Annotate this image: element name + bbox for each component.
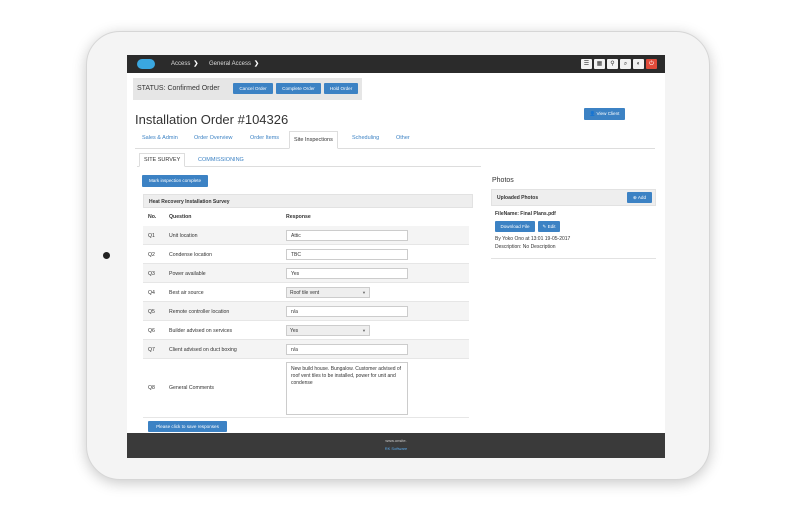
crumb-access[interactable]: Access ❯	[171, 60, 198, 67]
tab-site-inspections[interactable]: Site Inspections	[289, 131, 338, 149]
menu-icon[interactable]: ☰	[581, 59, 592, 69]
photos-title: Photos	[492, 177, 514, 184]
row-question: Power available	[169, 271, 206, 277]
search-icon[interactable]: ⌕	[620, 59, 631, 69]
save-responses-button[interactable]: Please click to save responses	[148, 421, 227, 432]
remote-controller-location-input[interactable]: n/a	[286, 306, 408, 317]
chevron-right-icon: ❯	[193, 61, 199, 67]
file-name: FileName: Final Plans.pdf	[495, 211, 556, 217]
table-row: Q8 General Comments New build house. Bun…	[143, 359, 469, 418]
footer-site-link[interactable]: www.onsite.	[127, 438, 665, 443]
row-question: Builder advised on services	[169, 328, 233, 334]
table-row: Q2 Condense location TBC	[143, 245, 469, 264]
row-number: Q8	[148, 385, 155, 391]
duct-boxing-input[interactable]: n/a	[286, 344, 408, 355]
contrast-icon[interactable]: ◐	[633, 59, 644, 69]
row-number: Q7	[148, 347, 155, 353]
row-question: Remote controller location	[169, 309, 230, 315]
inspection-subtabs: SITE SURVEY COMMISSIONING	[137, 153, 481, 167]
general-comments-textarea[interactable]: New build house. Bungalow. Customer advi…	[286, 362, 408, 415]
camera-dot	[103, 252, 110, 259]
add-photo-button[interactable]: ⊕ Add	[627, 192, 652, 203]
tab-order-items[interactable]: Order Items	[250, 135, 279, 141]
caret-down-icon: ▼	[362, 328, 366, 333]
uploaded-by: By Yoko Ono at 13:01 19-05-2017	[495, 236, 571, 242]
edit-file-button[interactable]: ✎ Edit	[538, 221, 560, 232]
tab-order-overview[interactable]: Order Overview	[194, 135, 233, 141]
hold-order-button[interactable]: Hold Order	[324, 83, 358, 94]
row-question: General Comments	[169, 385, 214, 391]
pin-icon[interactable]: ⚲	[607, 59, 618, 69]
view-client-button[interactable]: 👤 View Client	[584, 108, 625, 120]
unit-location-input[interactable]: Attic	[286, 230, 408, 241]
chevron-right-icon: ❯	[254, 61, 260, 67]
row-question: Best air source	[169, 290, 204, 296]
table-row: Q5 Remote controller location n/a	[143, 302, 469, 321]
tab-other[interactable]: Other	[396, 135, 410, 141]
order-tabs: Sales & Admin Order Overview Order Items…	[135, 131, 655, 149]
row-number: Q3	[148, 271, 155, 277]
footer: www.onsite. RK Software	[127, 433, 665, 458]
user-icon: 👤	[589, 111, 597, 116]
grid-icon[interactable]: ▦	[594, 59, 605, 69]
caret-down-icon: ▼	[362, 290, 366, 295]
app-screen: Access ❯ General Access ❯ ☰ ▦ ⚲ ⌕ ◐ ⏻ STAT…	[127, 55, 665, 458]
complete-order-button[interactable]: Complete Order	[276, 83, 321, 94]
status-label: STATUS: Confirmed Order	[137, 85, 220, 92]
row-question: Unit location	[169, 233, 198, 239]
condense-location-input[interactable]: TBC	[286, 249, 408, 260]
table-row: Q7 Client advised on duct boxing n/a	[143, 340, 469, 359]
table-row: Q6 Builder advised on services Yes ▼	[143, 321, 469, 340]
uploaded-photos-title: Uploaded Photos	[497, 195, 539, 201]
photos-panel: Uploaded Photos ⊕ Add FileName: Final Pl…	[491, 189, 656, 259]
row-number: Q6	[148, 328, 155, 334]
row-number: Q1	[148, 233, 155, 239]
survey-title: Heat Recovery Installation Survey	[149, 199, 230, 205]
tab-sales-admin[interactable]: Sales & Admin	[142, 135, 178, 141]
row-number: Q2	[148, 252, 155, 258]
cloud-logo-icon[interactable]	[137, 59, 155, 69]
best-air-source-select[interactable]: Roof tile vent ▼	[286, 287, 370, 298]
tab-scheduling[interactable]: Scheduling	[352, 135, 379, 141]
download-file-button[interactable]: Download File	[495, 221, 535, 232]
footer-company-link[interactable]: RK Software	[127, 446, 665, 451]
table-row: Q3 Power available Yes	[143, 264, 469, 283]
builder-advised-select[interactable]: Yes ▼	[286, 325, 370, 336]
row-question: Condense location	[169, 252, 212, 258]
row-question: Client advised on duct boxing	[169, 347, 237, 353]
power-icon[interactable]: ⏻	[646, 59, 657, 69]
col-response: Response	[286, 214, 311, 220]
power-available-input[interactable]: Yes	[286, 268, 408, 279]
survey-header: Heat Recovery Installation Survey	[143, 194, 473, 208]
row-number: Q4	[148, 290, 155, 296]
subtab-commissioning[interactable]: COMMISSIONING	[198, 157, 244, 163]
cancel-order-button[interactable]: Cancel Order	[233, 83, 273, 94]
crumb-general-access[interactable]: General Access ❯	[209, 60, 259, 67]
toolbar-icons: ☰ ▦ ⚲ ⌕ ◐ ⏻	[581, 59, 657, 69]
page-title: Installation Order #104326	[135, 112, 289, 127]
file-description: Description: No Description	[495, 244, 556, 250]
subtab-site-survey[interactable]: SITE SURVEY	[139, 153, 186, 167]
status-bar: STATUS: Confirmed Order Cancel Order Com…	[133, 78, 362, 100]
row-number: Q5	[148, 309, 155, 315]
col-question: Question	[169, 214, 192, 220]
table-row: Q4 Best air source Roof tile vent ▼	[143, 283, 469, 302]
top-navbar: Access ❯ General Access ❯ ☰ ▦ ⚲ ⌕ ◐ ⏻	[127, 55, 665, 73]
table-row: Q1 Unit location Attic	[143, 226, 469, 245]
col-no: No.	[148, 214, 157, 220]
mark-inspection-complete-button[interactable]: Mark inspection complete	[142, 175, 208, 187]
